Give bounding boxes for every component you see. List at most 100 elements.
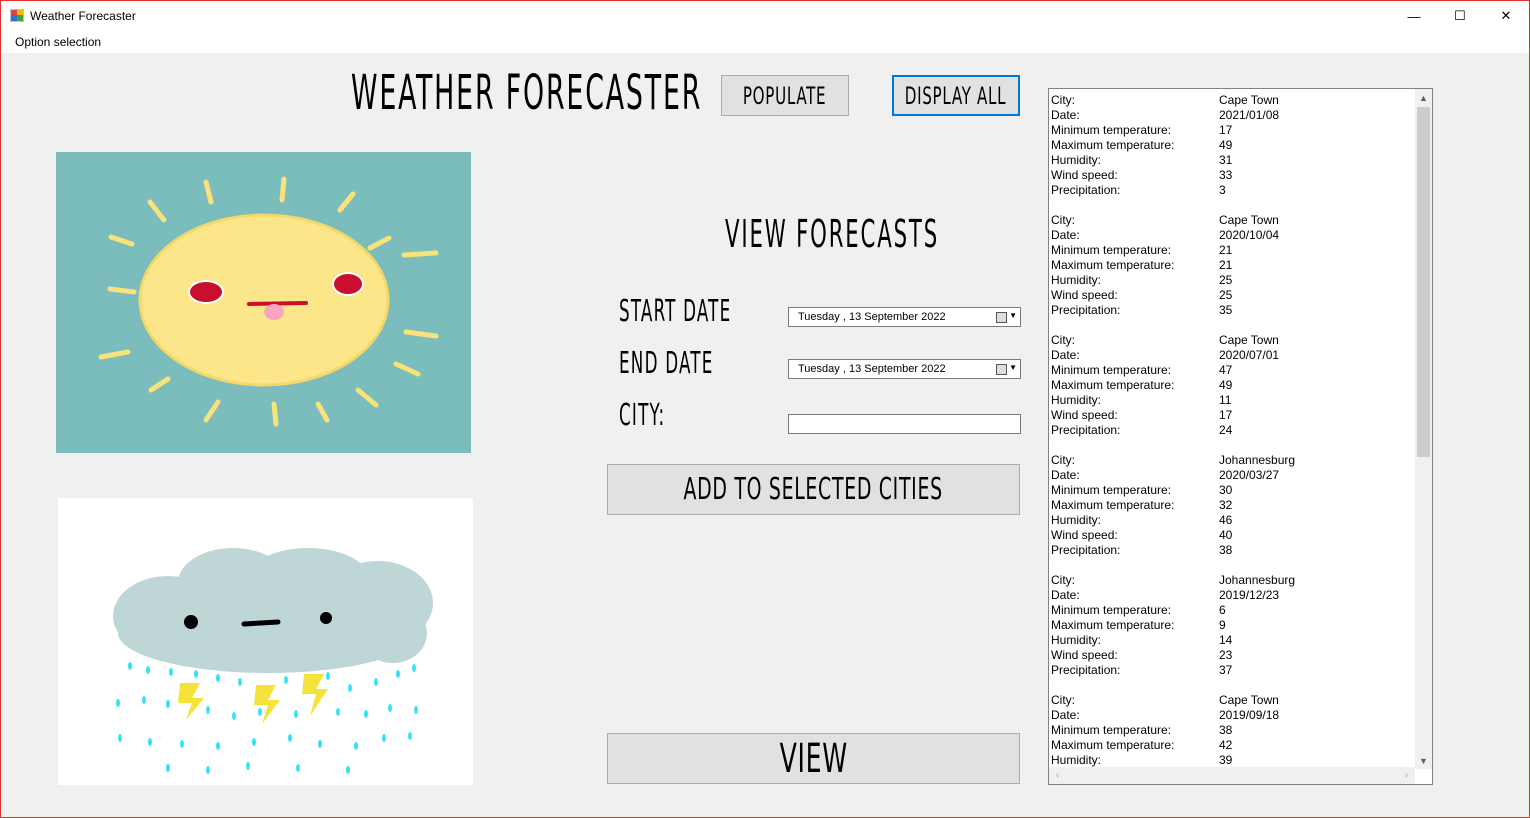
start-date-picker[interactable]: Tuesday , 13 September 2022 ▼: [788, 307, 1021, 327]
record-field-label: Minimum temperature:: [1051, 363, 1172, 377]
menu-bar: Option selection: [1, 31, 1529, 53]
record-field-label: Minimum temperature:: [1051, 123, 1172, 137]
add-to-selected-cities-button[interactable]: Add to selected cities: [607, 464, 1020, 515]
forecast-list[interactable]: City: Cape Town Date: 2021/01/08 Minimum tem…: [1048, 88, 1433, 785]
record-row: City: Cape Town: [1051, 693, 1411, 708]
record-field-value: 31: [1219, 153, 1233, 167]
record-row: Wind speed: 40: [1051, 528, 1411, 543]
start-date-value: Tuesday , 13 September 2022: [798, 311, 946, 323]
display-all-button-label: Display All: [905, 81, 1007, 110]
record-field-value: 9: [1219, 618, 1226, 632]
title-bar[interactable]: Weather Forecaster — ☐ ✕: [1, 1, 1529, 31]
record-field-value: 3: [1219, 183, 1226, 197]
add-button-label: Add to selected cities: [683, 472, 944, 507]
record-field-value: 33: [1219, 168, 1233, 182]
horizontal-scrollbar[interactable]: ‹ ›: [1049, 767, 1415, 784]
sun-illustration: [56, 152, 471, 453]
app-window: Weather Forecaster — ☐ ✕ Option selectio…: [0, 0, 1530, 818]
record-field-label: Date:: [1051, 228, 1080, 242]
record-field-label: Humidity:: [1051, 513, 1102, 527]
maximize-button[interactable]: ☐: [1437, 1, 1483, 31]
end-date-label: End Date: [619, 346, 714, 381]
populate-button[interactable]: Populate: [721, 75, 849, 116]
record-field-value: 2019/09/18: [1219, 708, 1280, 722]
record-field-value: Cape Town: [1219, 693, 1279, 707]
record-field-value: 30: [1219, 483, 1233, 497]
record-row: City: Cape Town: [1051, 333, 1411, 348]
record-separator: [1051, 318, 1411, 333]
record-row: Date: 2021/01/08: [1051, 108, 1411, 123]
populate-button-label: Populate: [743, 81, 827, 110]
record-field-value: 23: [1219, 648, 1233, 662]
record-field-label: City:: [1051, 213, 1075, 227]
record-field-value: 40: [1219, 528, 1233, 542]
end-date-picker[interactable]: Tuesday , 13 September 2022 ▼: [788, 359, 1021, 379]
record-field-label: Humidity:: [1051, 753, 1102, 767]
record-row: Maximum temperature: 49: [1051, 378, 1411, 393]
record-field-value: 2019/12/23: [1219, 588, 1280, 602]
scroll-thumb[interactable]: [1417, 107, 1430, 457]
record-field-label: Humidity:: [1051, 633, 1102, 647]
record-field-label: Wind speed:: [1051, 288, 1118, 302]
record-field-label: Precipitation:: [1051, 303, 1121, 317]
record-field-label: City:: [1051, 693, 1075, 707]
record-row: Humidity: 39: [1051, 753, 1411, 768]
record-row: City: Johannesburg: [1051, 573, 1411, 588]
close-button[interactable]: ✕: [1483, 1, 1529, 31]
record-row: Date: 2019/12/23: [1051, 588, 1411, 603]
record-separator: [1051, 438, 1411, 453]
record-row: Maximum temperature: 49: [1051, 138, 1411, 153]
menu-option-selection[interactable]: Option selection: [15, 35, 101, 49]
record-row: Date: 2020/10/04: [1051, 228, 1411, 243]
record-field-label: City:: [1051, 333, 1075, 347]
calendar-icon: [996, 364, 1007, 375]
city-input[interactable]: [788, 414, 1021, 434]
record-field-value: 42: [1219, 738, 1233, 752]
record-field-label: Maximum temperature:: [1051, 738, 1175, 752]
vertical-scrollbar[interactable]: ▲ ▼: [1415, 89, 1432, 769]
city-label: City:: [619, 398, 666, 433]
sun-image: [56, 152, 471, 453]
record-separator: [1051, 678, 1411, 693]
record-field-value: Cape Town: [1219, 93, 1279, 107]
display-all-button[interactable]: Display All: [892, 75, 1020, 116]
scroll-left-icon[interactable]: ‹: [1049, 767, 1066, 784]
window-title: Weather Forecaster: [30, 9, 136, 23]
view-button[interactable]: View: [607, 733, 1020, 784]
view-button-label: View: [779, 735, 848, 782]
view-forecasts-heading: View Forecasts: [725, 212, 940, 256]
scroll-right-icon[interactable]: ›: [1398, 767, 1415, 784]
record-field-label: Date:: [1051, 468, 1080, 482]
record-field-value: Johannesburg: [1219, 453, 1296, 467]
storm-cloud-illustration: [58, 498, 473, 785]
record-field-label: City:: [1051, 453, 1075, 467]
minimize-button[interactable]: —: [1391, 1, 1437, 31]
close-icon: ✕: [1500, 8, 1512, 23]
record-field-label: Humidity:: [1051, 273, 1102, 287]
record-field-value: 25: [1219, 273, 1233, 287]
record-field-value: 21: [1219, 258, 1233, 272]
record-field-label: Maximum temperature:: [1051, 138, 1175, 152]
record-row: Minimum temperature: 17: [1051, 123, 1411, 138]
record-field-label: Minimum temperature:: [1051, 483, 1172, 497]
record-field-value: 39: [1219, 753, 1233, 767]
record-field-value: 37: [1219, 663, 1233, 677]
storm-cloud-image: [58, 498, 473, 785]
record-field-label: Minimum temperature:: [1051, 243, 1172, 257]
record-row: Date: 2020/07/01: [1051, 348, 1411, 363]
record-row: Precipitation: 35: [1051, 303, 1411, 318]
record-field-label: Precipitation:: [1051, 663, 1121, 677]
record-field-value: 21: [1219, 243, 1233, 257]
scroll-up-icon[interactable]: ▲: [1415, 89, 1432, 106]
record-field-label: Maximum temperature:: [1051, 498, 1175, 512]
record-row: Minimum temperature: 47: [1051, 363, 1411, 378]
record-field-label: Wind speed:: [1051, 408, 1118, 422]
record-field-value: 25: [1219, 288, 1233, 302]
record-field-value: 2020/07/01: [1219, 348, 1280, 362]
record-field-value: 17: [1219, 123, 1233, 137]
record-field-value: 38: [1219, 723, 1233, 737]
forecast-list-content: City: Cape Town Date: 2021/01/08 Minimum tem…: [1051, 93, 1411, 783]
record-row: Wind speed: 17: [1051, 408, 1411, 423]
record-row: Wind speed: 33: [1051, 168, 1411, 183]
scroll-down-icon[interactable]: ▼: [1415, 752, 1432, 769]
